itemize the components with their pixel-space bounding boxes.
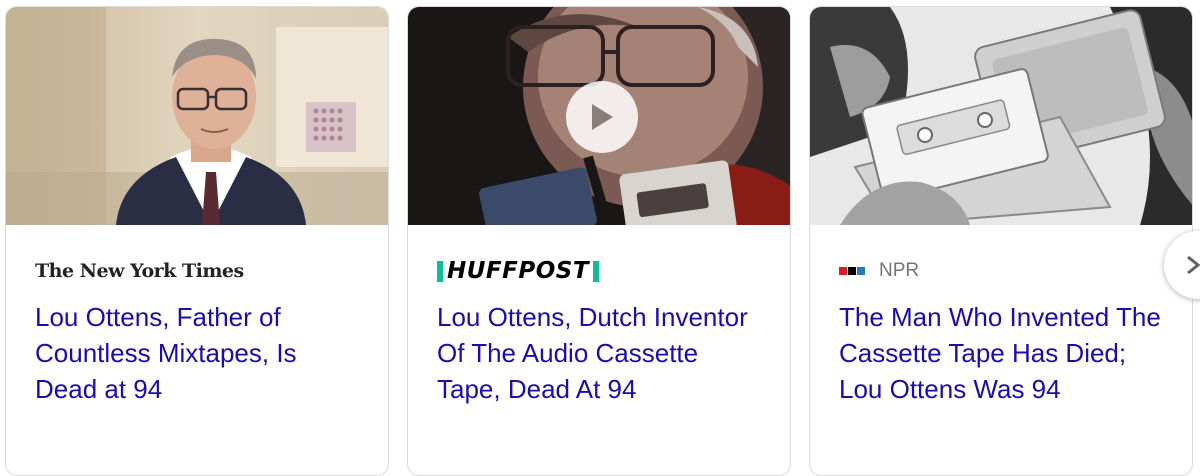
news-source-npr: NPR <box>839 257 919 285</box>
carousel-next-button[interactable] <box>1164 231 1200 299</box>
news-source-huffpost: HUFFPOST <box>437 257 600 285</box>
news-thumbnail-nyt <box>6 7 388 225</box>
top-stories-carousel: The New York Times Lou Ottens, Father of… <box>0 0 1200 476</box>
npr-source-name: NPR <box>879 260 920 281</box>
huffpost-logo: HUFFPOST <box>447 258 590 284</box>
huffpost-logo-bar-left <box>437 260 443 282</box>
chevron-right-icon <box>1187 255 1200 275</box>
news-thumbnail-npr <box>810 7 1192 225</box>
npr-logo-block-blue <box>857 267 865 275</box>
news-headline-link[interactable]: Lou Ottens, Dutch Inventor Of The Audio … <box>437 299 767 407</box>
news-card-npr[interactable]: NPR The Man Who Invented The Cassette Ta… <box>809 6 1193 476</box>
news-headline-link[interactable]: Lou Ottens, Father of Countless Mixtapes… <box>35 299 365 407</box>
npr-logo-block-red <box>839 267 847 275</box>
npr-logo-block-black <box>848 267 856 275</box>
news-headline-link[interactable]: The Man Who Invented The Cassette Tape H… <box>839 299 1169 407</box>
play-video-button[interactable] <box>566 81 638 153</box>
npr-logo-icon <box>839 267 865 275</box>
news-thumbnail-huffpost <box>408 7 790 225</box>
news-card-huffpost[interactable]: HUFFPOST Lou Ottens, Dutch Inventor Of T… <box>407 6 791 476</box>
play-icon <box>592 104 613 130</box>
huffpost-logo-bar-right <box>593 260 600 282</box>
news-source-nyt: The New York Times <box>35 257 244 285</box>
nyt-logo: The New York Times <box>35 260 244 282</box>
news-card-nyt[interactable]: The New York Times Lou Ottens, Father of… <box>5 6 389 476</box>
